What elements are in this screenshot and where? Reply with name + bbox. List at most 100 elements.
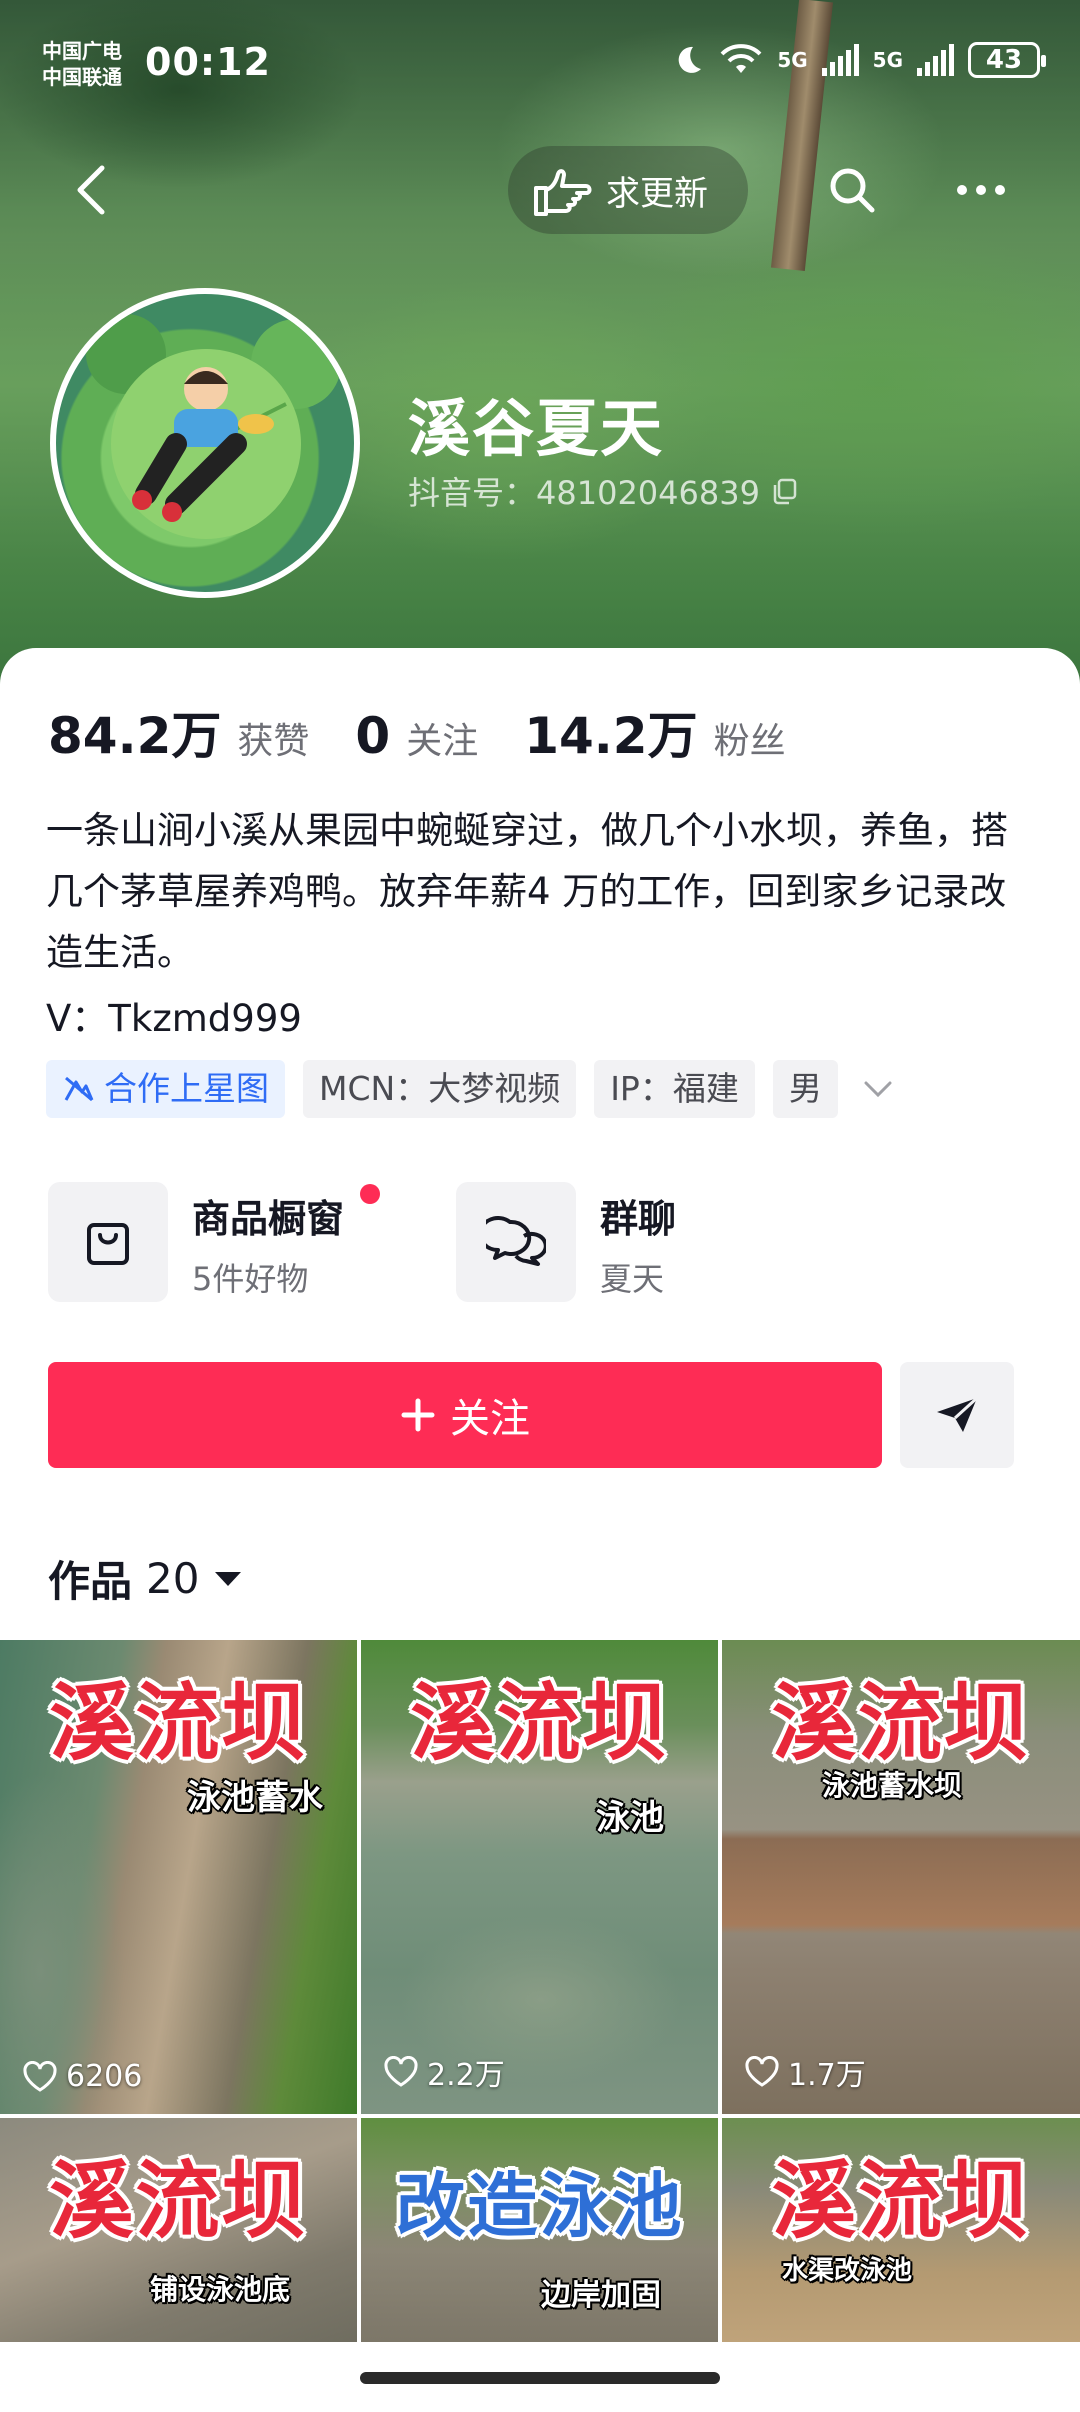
profile-bio: 一条山涧小溪从果园中蜿蜒穿过，做几个小水坝，养鱼，搭几个茅草屋养鸡鸭。放弃年薪4… xyxy=(46,809,1008,974)
cooperation-tag[interactable]: 合作上星图 xyxy=(46,1060,285,1118)
cooperation-tag-label: 合作上星图 xyxy=(104,1069,269,1108)
top-nav: 求更新 xyxy=(0,140,1080,240)
shop-window-entry[interactable]: 商品橱窗 5件好物 xyxy=(48,1182,428,1302)
shop-entry-icon-box xyxy=(48,1182,168,1302)
status-icons: 5G 5G 43 xyxy=(671,42,1046,78)
more-options-button[interactable] xyxy=(946,158,1016,222)
video-likes: 1.7万 xyxy=(744,2050,866,2094)
follow-button-label: 关注 xyxy=(450,1396,530,1442)
chevron-down-icon xyxy=(864,1081,892,1098)
likes-stat[interactable]: 84.2万 获赞 xyxy=(48,696,309,768)
heart-icon xyxy=(23,2060,57,2092)
status-time: 00:12 xyxy=(145,40,271,84)
video-subtitle: 边岸加固 xyxy=(541,2278,661,2313)
likes-label: 获赞 xyxy=(237,721,310,762)
group-chat-subtitle: 夏天 xyxy=(600,1260,665,1298)
followers-stat[interactable]: 14.2万 粉丝 xyxy=(524,696,785,768)
group-chat-title: 群聊 xyxy=(600,1197,677,1241)
profile-name: 溪谷夏天 xyxy=(408,392,665,465)
following-value: 0 xyxy=(355,707,391,765)
search-icon xyxy=(830,168,875,213)
video-title: 溪流坝 xyxy=(410,1674,669,1772)
battery-level: 43 xyxy=(985,45,1023,75)
video-subtitle: 泳池蓄水 xyxy=(187,1778,323,1818)
paper-plane-icon xyxy=(937,1396,979,1432)
copy-icon[interactable] xyxy=(770,476,800,506)
chat-bubbles-icon xyxy=(486,1216,546,1266)
dot-icon xyxy=(957,185,967,195)
video-likes: 2.2万 xyxy=(383,2050,505,2094)
shop-window-title: 商品橱窗 xyxy=(192,1197,345,1241)
video-subtitle: 泳池 xyxy=(596,1798,664,1838)
works-tab-label: 作品 xyxy=(48,1557,133,1606)
avatar-illustration xyxy=(86,314,341,539)
video-likes-count: 2.2万 xyxy=(427,2058,505,2093)
gender-tag: 男 xyxy=(772,1060,838,1118)
video-title: 溪流坝 xyxy=(771,1674,1030,1772)
video-title: 溪流坝 xyxy=(771,2152,1030,2250)
notification-dot xyxy=(360,1184,380,1204)
carrier-2: 中国联通 xyxy=(42,65,122,89)
video-title: 改造泳池 xyxy=(395,2165,684,2247)
request-update-button[interactable]: 求更新 xyxy=(508,146,748,234)
wifi-icon xyxy=(720,44,762,73)
video-title: 溪流坝 xyxy=(49,2152,308,2250)
home-indicator[interactable] xyxy=(360,2372,720,2384)
search-button[interactable] xyxy=(820,158,884,222)
video-tile[interactable]: 溪流坝 泳池 2.2万 xyxy=(361,1640,718,2114)
group-chat-entry[interactable]: 群聊 夏天 xyxy=(456,1182,836,1302)
profile-contact: V：Tkzmd999 xyxy=(46,997,302,1040)
status-bar: 中国广电 中国联通 00:12 5G 5G 43 xyxy=(0,30,1080,100)
chevron-left-icon xyxy=(77,165,105,215)
ip-tag: IP：福建 xyxy=(594,1060,755,1118)
video-tile[interactable]: 溪流坝 铺设泳池底 xyxy=(0,2118,357,2358)
dot-icon xyxy=(976,185,986,195)
video-tile[interactable]: 溪流坝 泳池蓄水 6206 xyxy=(0,1640,357,2114)
video-subtitle: 水渠改泳池 xyxy=(782,2256,913,2286)
pointing-hand-icon xyxy=(534,169,592,216)
mcn-tag[interactable]: MCN：大梦视频 xyxy=(303,1060,577,1118)
video-tile[interactable]: 溪流坝 泳池蓄水坝 1.7万 xyxy=(722,1640,1080,2114)
request-update-label: 求更新 xyxy=(606,173,708,214)
follow-button[interactable]: 关注 xyxy=(48,1362,882,1468)
video-title: 溪流坝 xyxy=(49,1674,308,1772)
signal-icon-1 xyxy=(821,44,859,76)
avatar[interactable] xyxy=(50,288,360,598)
video-likes-count: 1.7万 xyxy=(788,2058,866,2093)
followers-value: 14.2万 xyxy=(524,707,698,765)
following-stat[interactable]: 0 关注 xyxy=(355,707,478,765)
moon-icon xyxy=(678,46,702,73)
video-tile[interactable]: 改造泳池 边岸加固 xyxy=(361,2118,718,2358)
heart-icon xyxy=(384,2056,418,2087)
works-tab[interactable]: 作品 20 xyxy=(48,1548,243,1609)
carrier-labels: 中国广电 中国联通 xyxy=(42,38,122,90)
video-grid: 溪流坝 泳池蓄水 6206 溪流坝 泳池 2.2万 溪流坝 泳池蓄水坝 1.7万 xyxy=(0,1640,1080,2358)
network-type-1: 5G xyxy=(777,48,808,72)
profile-card: 84.2万 获赞 0 关注 14.2万 粉丝 一条山涧小溪从果园中蜿蜒穿过，做几… xyxy=(0,648,1080,2412)
signal-icon-2 xyxy=(917,44,954,76)
profile-stats: 84.2万 获赞 0 关注 14.2万 粉丝 xyxy=(48,696,832,768)
likes-value: 84.2万 xyxy=(48,707,222,765)
send-message-button[interactable] xyxy=(900,1362,1014,1468)
video-likes-count: 6206 xyxy=(66,2059,143,2094)
back-button[interactable] xyxy=(60,160,120,220)
video-likes: 6206 xyxy=(22,2059,142,2094)
douyin-id-text: 抖音号：48102046839 xyxy=(408,474,760,512)
shop-window-subtitle: 5件好物 xyxy=(192,1260,309,1298)
star-map-icon xyxy=(64,1076,94,1102)
following-label: 关注 xyxy=(406,721,479,762)
plus-icon xyxy=(401,1398,435,1432)
dot-icon xyxy=(995,185,1005,195)
followers-label: 粉丝 xyxy=(713,721,786,762)
shopping-bag-icon xyxy=(87,1223,129,1265)
heart-icon xyxy=(745,2056,779,2087)
profile-tags: 合作上星图 MCN：大梦视频 IP：福建 男 xyxy=(46,1060,900,1118)
douyin-id[interactable]: 抖音号：48102046839 xyxy=(408,468,800,514)
video-subtitle: 铺设泳池底 xyxy=(150,2273,291,2306)
battery-icon: 43 xyxy=(968,42,1046,78)
video-tile[interactable]: 溪流坝 水渠改泳池 xyxy=(722,2118,1080,2358)
tags-expand-button[interactable] xyxy=(856,1060,900,1118)
group-entry-icon-box xyxy=(456,1182,576,1302)
network-type-2: 5G xyxy=(872,48,903,72)
works-count: 20 xyxy=(146,1554,200,1603)
